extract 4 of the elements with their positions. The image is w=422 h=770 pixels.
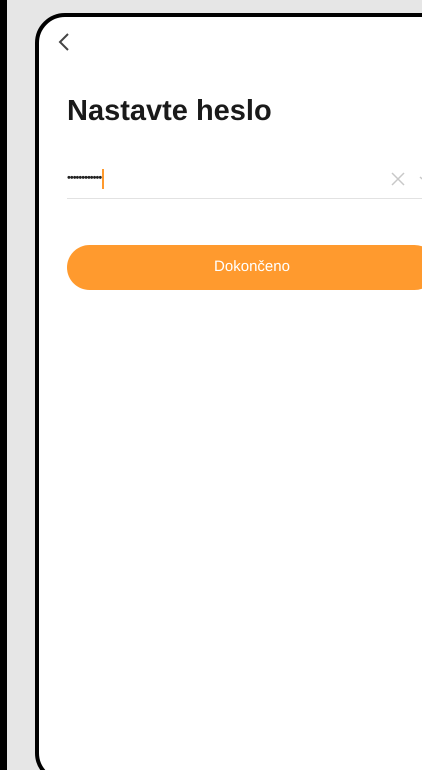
back-icon[interactable] bbox=[57, 31, 71, 53]
page-title: Nastavte heslo bbox=[67, 94, 272, 129]
password-field[interactable]: •••••••••••• bbox=[67, 159, 422, 199]
password-value: •••••••••••• bbox=[67, 171, 102, 186]
